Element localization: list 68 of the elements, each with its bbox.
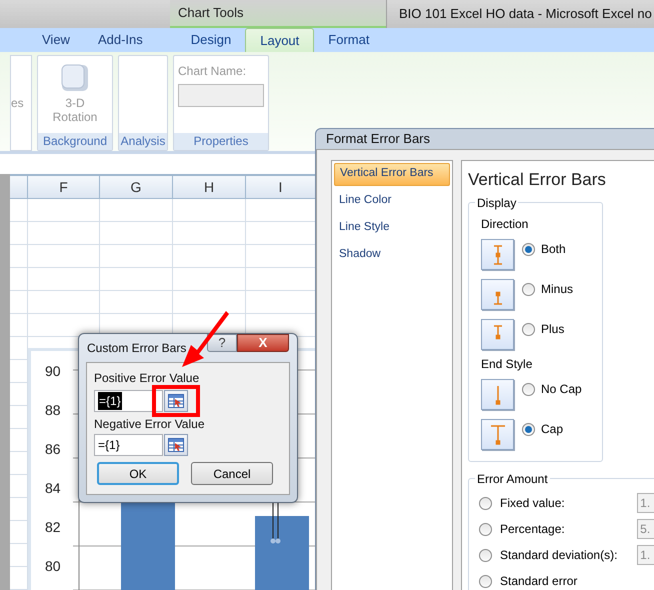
input-field[interactable]: ={1}: [94, 390, 163, 412]
error-bar-icon: [490, 424, 506, 444]
input-field[interactable]: ={1}: [94, 434, 163, 456]
radio-button[interactable]: [522, 242, 535, 256]
panel-heading: Vertical Error Bars: [468, 168, 607, 190]
range-select-icon: [168, 438, 184, 452]
help-button[interactable]: ?: [207, 334, 237, 352]
ribbon-tab[interactable]: Layout: [245, 28, 314, 52]
option-label: Percentage:: [500, 521, 566, 538]
section-label: Direction: [481, 216, 530, 233]
ok-button[interactable]: OK: [97, 462, 179, 485]
column-header[interactable]: F: [28, 176, 100, 198]
group-label: Properties: [174, 133, 268, 150]
axis-label: 90: [44, 362, 62, 381]
radio-button[interactable]: [479, 496, 492, 510]
section-label: End Style: [481, 356, 534, 373]
range-picker-button[interactable]: [164, 434, 188, 456]
column-header[interactable]: H: [173, 176, 246, 198]
dialog-title: Format Error Bars: [325, 130, 432, 148]
option-label: Standard error: [500, 573, 578, 590]
error-bar-style-button[interactable]: [481, 379, 514, 410]
option-label: Cap: [541, 421, 564, 438]
close-button[interactable]: X: [237, 334, 289, 352]
range-select-icon: [168, 394, 184, 408]
radio-button[interactable]: [522, 382, 535, 396]
radio-button[interactable]: [479, 522, 492, 536]
axis-label: 84: [44, 479, 62, 498]
radio-button[interactable]: [522, 282, 535, 296]
ribbon-tab[interactable]: View: [28, 28, 84, 52]
group-label: Background: [38, 133, 112, 150]
error-bar-style-button[interactable]: [481, 279, 514, 310]
nav-item[interactable]: Shadow: [334, 244, 450, 266]
error-bar-style-button[interactable]: [481, 239, 514, 270]
range-picker-button[interactable]: [164, 390, 188, 412]
dialog-title: Custom Error Bars: [86, 340, 188, 357]
field-label: Positive Error Value: [94, 371, 200, 385]
error-bar-style-button[interactable]: [481, 419, 514, 450]
ribbon-button-label: es: [11, 95, 25, 112]
axis-label: 82: [44, 518, 62, 537]
radio-button[interactable]: [522, 322, 535, 336]
ribbon-tab[interactable]: Add-Ins: [84, 28, 157, 52]
option-label: Both: [541, 241, 566, 258]
option-label: Minus: [541, 281, 574, 298]
field-label: Negative Error Value: [94, 416, 206, 433]
contextual-tab-label: Chart Tools: [178, 4, 244, 22]
error-bar-style-button[interactable]: [481, 319, 514, 350]
nav-item[interactable]: Line Style: [334, 216, 450, 240]
field-label: Chart Name:: [178, 63, 248, 80]
highlight-frame: [152, 385, 200, 417]
ribbon-tab[interactable]: Design: [176, 28, 246, 52]
axis-label: 88: [44, 401, 62, 420]
option-label: No Cap: [541, 381, 582, 398]
radio-button[interactable]: [522, 422, 535, 436]
axis-label: 86: [44, 440, 62, 459]
group-label: Analysis: [119, 133, 167, 150]
cancel-button[interactable]: Cancel: [191, 462, 273, 485]
window-title: BIO 101 Excel HO data - Microsoft Excel no: [398, 5, 652, 24]
chart-name-field[interactable]: [178, 84, 264, 108]
radio-button[interactable]: [479, 548, 492, 562]
axis-label: 80: [44, 557, 62, 576]
option-label: Fixed value:: [500, 495, 566, 512]
nav-item[interactable]: Vertical Error Bars: [334, 162, 450, 186]
nav-item[interactable]: Line Color: [334, 190, 450, 212]
option-label: Plus: [541, 321, 564, 338]
radio-button[interactable]: [479, 574, 492, 588]
option-label: Standard deviation(s):: [500, 547, 618, 564]
ribbon-tab[interactable]: Format: [314, 28, 384, 52]
column-header[interactable]: G: [100, 176, 173, 198]
